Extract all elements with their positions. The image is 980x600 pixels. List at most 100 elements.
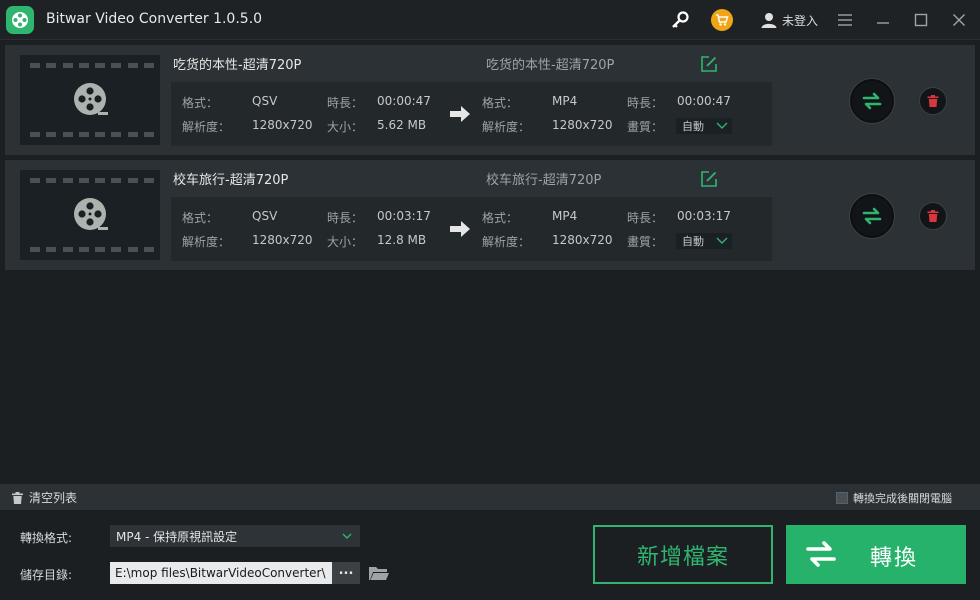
source-resolution-value: 1280x720: [252, 233, 313, 247]
convert-arrows-icon: [862, 92, 882, 110]
source-format-label: 格式：: [182, 211, 219, 225]
menu-icon: [838, 14, 852, 26]
output-file-name: 吃货的本性-超清720P: [486, 58, 615, 73]
convert-file-button[interactable]: [850, 79, 894, 123]
source-resolution-label: 解析度：: [182, 120, 231, 134]
source-format-value: QSV: [252, 209, 278, 223]
key-button[interactable]: [668, 8, 692, 32]
user-account-button[interactable]: 未登入: [760, 8, 824, 32]
edit-icon[interactable]: [700, 170, 718, 188]
shutdown-label: 轉換完成後關閉電腦: [853, 492, 952, 505]
file-row[interactable]: 校车旅行-超清720P 校车旅行-超清720P 格式： QSV 時長： 00:0…: [5, 160, 975, 270]
trash-icon: [927, 210, 939, 222]
output-format-value: MP4 - 保持原視訊設定: [116, 529, 238, 544]
delete-file-button[interactable]: [919, 202, 947, 230]
close-icon: [953, 14, 965, 26]
chevron-down-icon: [716, 237, 728, 244]
media-info-panel: 格式： QSV 時長： 00:03:17 解析度： 1280x720 大小： 1…: [171, 197, 772, 261]
delete-file-button[interactable]: [919, 87, 947, 115]
clear-list-label: 清空列表: [29, 491, 78, 505]
video-thumbnail: [20, 55, 160, 145]
target-resolution-value: 1280x720: [552, 233, 613, 247]
menu-button[interactable]: [834, 8, 856, 32]
convert-arrows-icon: [806, 541, 836, 567]
target-format-label: 格式：: [482, 211, 519, 225]
chevron-down-icon: [342, 533, 352, 539]
film-reel-icon: [74, 83, 108, 115]
source-size-label: 大小：: [327, 120, 364, 134]
quality-select[interactable]: 自動: [676, 118, 732, 134]
cart-button[interactable]: [710, 8, 734, 32]
format-label: 轉換格式:: [20, 531, 73, 545]
source-duration-value: 00:03:17: [377, 209, 431, 223]
list-toolbar: 清空列表 轉換完成後關閉電腦: [0, 484, 980, 510]
target-format-value: MP4: [552, 94, 578, 108]
quality-value: 自動: [682, 235, 704, 248]
file-row[interactable]: 吃货的本性-超清720P 吃货的本性-超清720P 格式： QSV 時長： 00…: [5, 45, 975, 155]
video-thumbnail: [20, 170, 160, 260]
output-file-name: 校车旅行-超清720P: [486, 173, 602, 188]
media-info-panel: 格式： QSV 時長： 00:00:47 解析度： 1280x720 大小： 5…: [171, 82, 772, 146]
arrow-right-icon: [450, 221, 470, 237]
source-format-value: QSV: [252, 94, 278, 108]
user-login-label: 未登入: [782, 13, 819, 28]
source-duration-value: 00:00:47: [377, 94, 431, 108]
browse-button[interactable]: ...: [332, 562, 360, 584]
convert-all-label: 轉換: [870, 546, 919, 571]
user-icon: [761, 13, 777, 28]
cart-icon: [711, 9, 733, 31]
folder-icon[interactable]: [368, 563, 390, 583]
target-quality-label: 畫質：: [627, 120, 664, 134]
source-resolution-label: 解析度：: [182, 235, 231, 249]
target-duration-value: 00:03:17: [677, 209, 731, 223]
target-duration-label: 時長：: [627, 211, 664, 225]
settings-panel: 轉換格式: MP4 - 保持原視訊設定 儲存目錄: ... 新增檔案 轉換: [0, 510, 980, 600]
source-file-name: 吃货的本性-超清720P: [173, 58, 302, 73]
output-format-select[interactable]: MP4 - 保持原視訊設定: [110, 525, 360, 547]
target-duration-value: 00:00:47: [677, 94, 731, 108]
save-directory-label: 儲存目錄:: [20, 568, 73, 582]
convert-arrows-icon: [862, 207, 882, 225]
source-duration-label: 時長：: [327, 96, 364, 110]
shutdown-option: 轉換完成後關閉電腦: [836, 490, 952, 506]
arrow-right-icon: [450, 106, 470, 122]
source-size-value: 5.62 MB: [377, 118, 427, 132]
title-bar: Bitwar Video Converter 1.0.5.0 未登入: [0, 0, 980, 40]
source-duration-label: 時長：: [327, 211, 364, 225]
maximize-icon: [914, 13, 928, 27]
target-resolution-label: 解析度：: [482, 235, 531, 249]
minimize-icon: [877, 22, 889, 24]
add-files-label: 新增檔案: [636, 544, 729, 570]
target-quality-label: 畫質：: [627, 235, 664, 249]
quality-select[interactable]: 自動: [676, 233, 732, 249]
file-list: 吃货的本性-超清720P 吃货的本性-超清720P 格式： QSV 時長： 00…: [5, 45, 975, 275]
chevron-down-icon: [716, 122, 728, 129]
trash-icon: [927, 95, 939, 107]
source-size-label: 大小：: [327, 235, 364, 249]
target-duration-label: 時長：: [627, 96, 664, 110]
convert-file-button[interactable]: [850, 194, 894, 238]
key-icon: [672, 11, 689, 28]
film-reel-icon: [74, 198, 108, 230]
add-files-button[interactable]: 新增檔案: [593, 525, 773, 584]
target-format-label: 格式：: [482, 96, 519, 110]
trash-icon: [12, 491, 23, 504]
app-title: Bitwar Video Converter 1.0.5.0: [46, 11, 263, 27]
source-file-name: 校车旅行-超清720P: [173, 173, 289, 188]
app-logo-icon: [6, 6, 34, 34]
save-directory-input[interactable]: [110, 562, 332, 584]
close-button[interactable]: [948, 8, 970, 32]
target-format-value: MP4: [552, 209, 578, 223]
minimize-button[interactable]: [872, 8, 894, 32]
source-size-value: 12.8 MB: [377, 233, 427, 247]
clear-list-button[interactable]: 清空列表: [11, 489, 77, 506]
quality-value: 自動: [682, 120, 704, 133]
maximize-button[interactable]: [910, 8, 932, 32]
shutdown-checkbox[interactable]: [836, 492, 848, 504]
target-resolution-label: 解析度：: [482, 120, 531, 134]
source-format-label: 格式：: [182, 96, 219, 110]
source-resolution-value: 1280x720: [252, 118, 313, 132]
convert-all-button[interactable]: 轉換: [786, 525, 966, 584]
edit-icon[interactable]: [700, 55, 718, 73]
target-resolution-value: 1280x720: [552, 118, 613, 132]
